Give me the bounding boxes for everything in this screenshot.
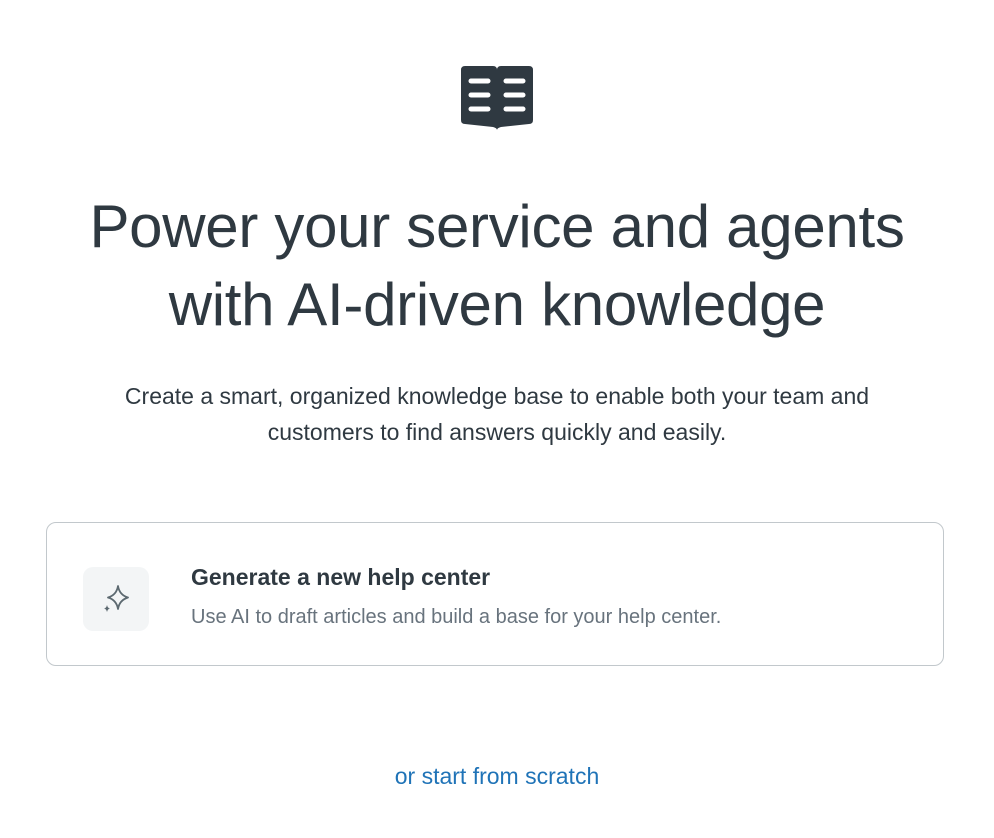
subtitle-line-2: customers to find answers quickly and ea… [267,419,727,445]
generate-help-center-card[interactable]: Generate a new help center Use AI to dra… [46,522,944,666]
page: Power your service and agents with AI-dr… [0,0,994,838]
card-icon-container [83,567,149,631]
card-title: Generate a new help center [191,564,491,590]
subtitle-line-1: Create a smart, organized knowledge base… [124,383,870,409]
page-title: Power your service and agents with AI-dr… [0,188,994,344]
sparkle-icon [104,585,129,612]
headline-line-2: with AI-driven knowledge [168,271,826,338]
start-from-scratch-link[interactable]: or start from scratch [0,760,994,792]
open-book-icon [461,66,533,130]
headline-line-1: Power your service and agents [89,193,905,260]
card-description: Use AI to draft articles and build a bas… [191,606,722,628]
page-subtitle: Create a smart, organized knowledge base… [60,378,934,450]
